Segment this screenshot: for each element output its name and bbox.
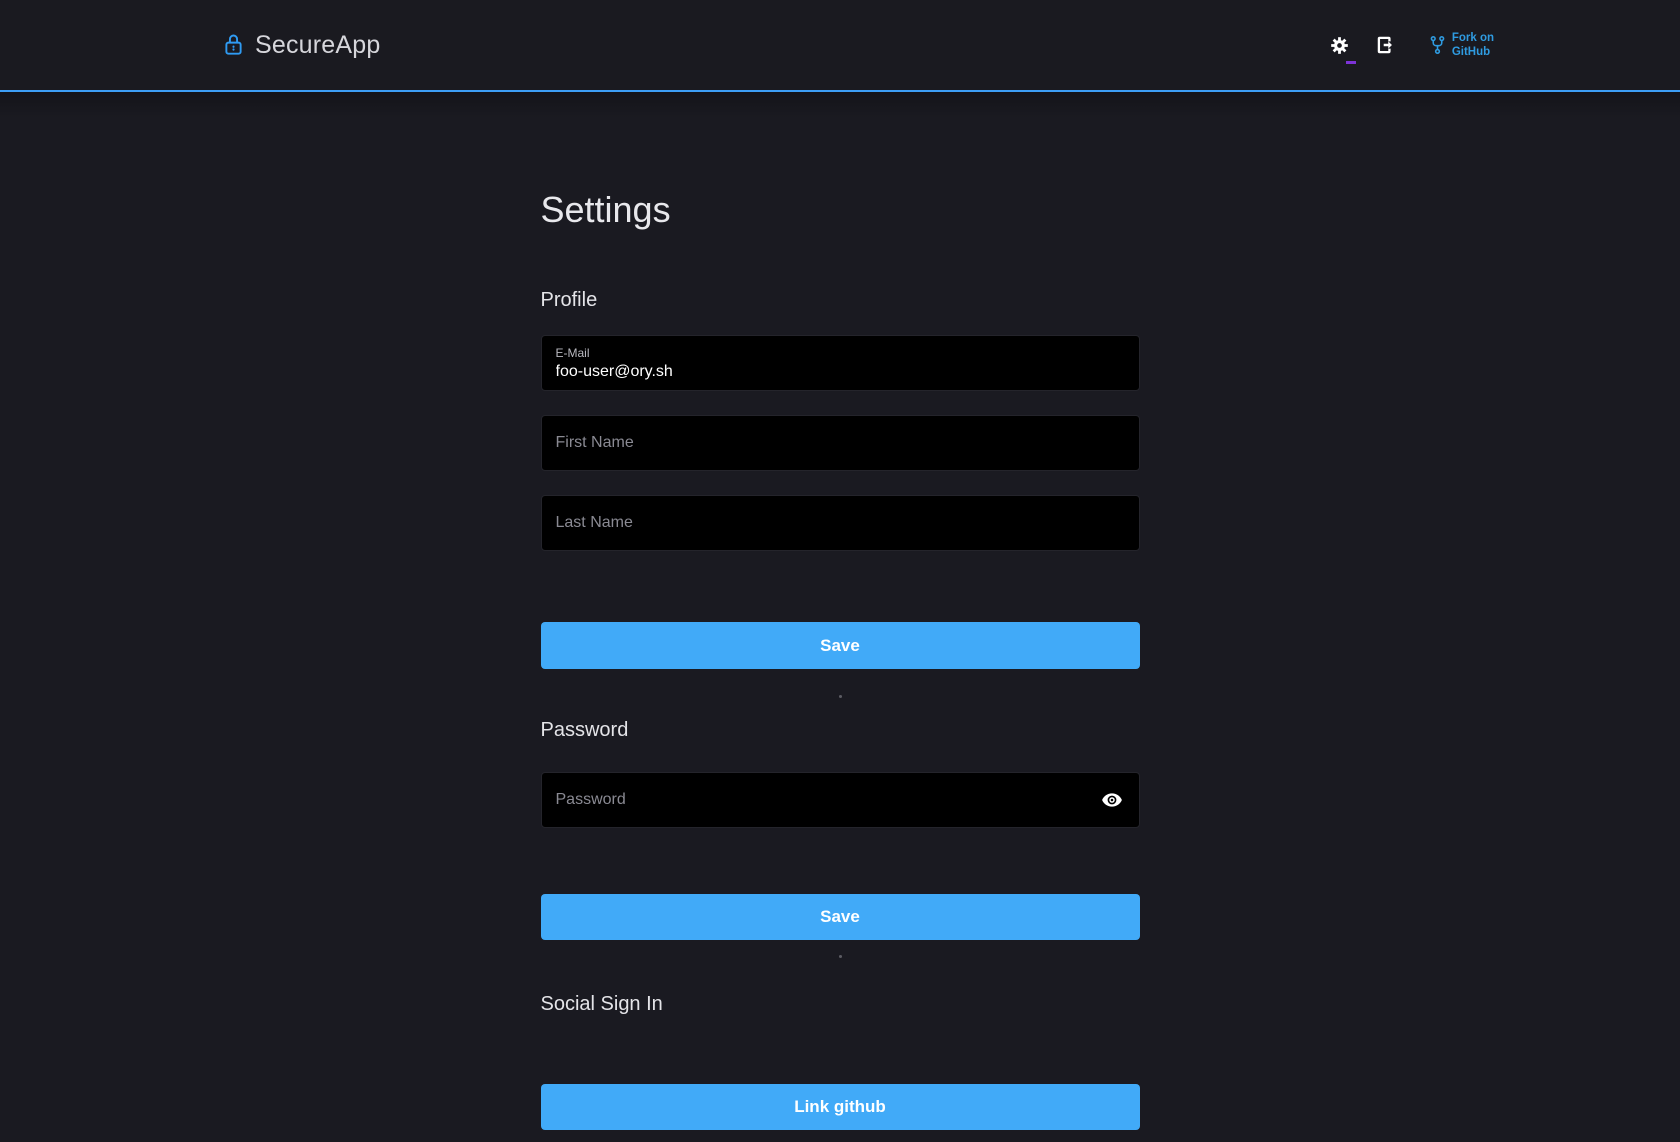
email-input[interactable] [556,363,1125,381]
fork-link-text: Fork on GitHub [1452,31,1494,60]
git-fork-icon [1429,35,1446,55]
password-input[interactable] [556,791,1099,809]
first-name-input[interactable] [556,434,1125,452]
logout-icon [1375,34,1397,56]
email-field-box[interactable]: E-Mail [541,335,1140,391]
content-area: Settings Profile E-Mail Save Password [0,92,1680,1140]
settings-button[interactable] [1327,32,1353,58]
last-name-field-box[interactable] [541,495,1140,551]
toggle-password-visibility-button[interactable] [1099,787,1125,813]
lock-icon [224,33,243,57]
password-field-box[interactable] [541,772,1140,828]
profile-section-heading: Profile [541,290,1140,310]
separator-dot [839,695,842,698]
settings-column: Settings Profile E-Mail Save Password [541,92,1140,1130]
last-name-input[interactable] [556,514,1125,532]
logout-button[interactable] [1373,32,1399,58]
fork-on-github-link[interactable]: Fork on GitHub [1429,31,1494,60]
brand[interactable]: SecureApp [224,31,381,60]
social-section-heading: Social Sign In [541,994,1140,1014]
first-name-field-box[interactable] [541,415,1140,471]
gear-icon [1329,35,1350,56]
active-underline-marker [1346,61,1356,64]
password-section-heading: Password [541,720,1140,740]
page-title: Settings [541,92,1140,228]
separator-dot [839,955,842,958]
header-actions: Fork on GitHub [1327,31,1494,60]
app-header: SecureApp [0,0,1680,92]
link-github-button[interactable]: Link github [541,1084,1140,1130]
brand-name: SecureApp [255,31,381,60]
eye-icon [1101,789,1123,811]
email-field-label: E-Mail [556,346,1125,360]
password-save-button[interactable]: Save [541,894,1140,940]
profile-save-button[interactable]: Save [541,622,1140,669]
